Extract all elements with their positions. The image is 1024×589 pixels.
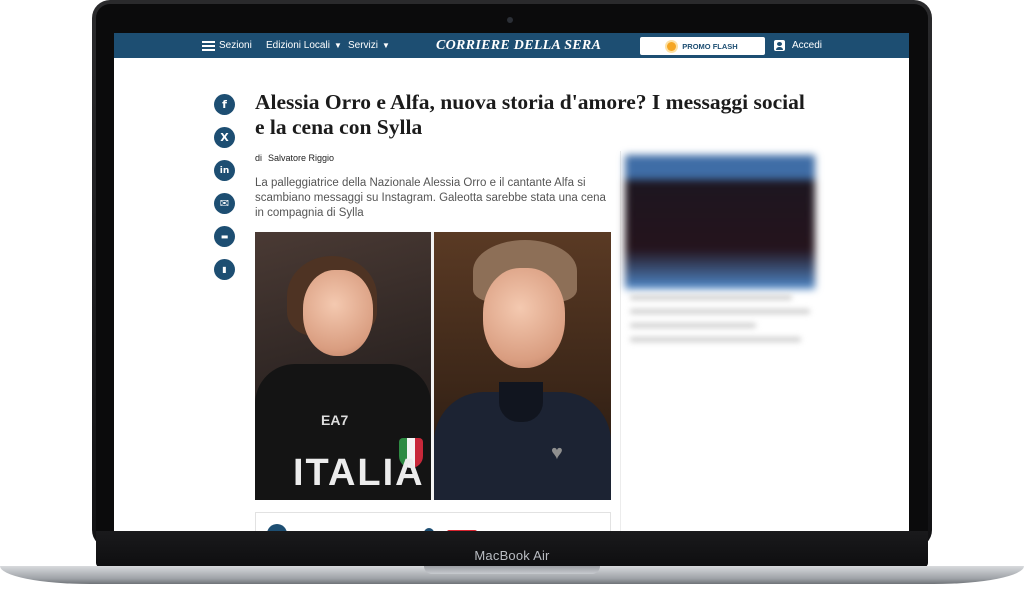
bookmark-icon[interactable]: ▮	[214, 259, 235, 280]
related-card[interactable]	[255, 512, 611, 531]
device-label: MacBook Air	[474, 548, 550, 563]
facebook-icon[interactable]: f	[214, 94, 235, 115]
local-editions-label: Edizioni Locali	[266, 40, 330, 51]
photo-jersey-text: ITALIA	[293, 452, 425, 494]
login-label: Accedi	[792, 40, 823, 51]
site-logo[interactable]: CORRIERE DELLA SERA	[436, 33, 601, 58]
sections-label: Sezioni	[219, 40, 252, 51]
user-icon	[774, 40, 785, 51]
linkedin-icon[interactable]: in	[214, 160, 235, 181]
photo-left-athlete: EA7 ITALIA	[255, 232, 431, 500]
article-summary: La palleggiatrice della Nazionale Alessi…	[255, 177, 606, 219]
services-label: Servizi	[348, 40, 379, 51]
email-icon[interactable]: ✉	[214, 193, 235, 214]
sun-icon	[667, 41, 677, 51]
photo-logo: EA7	[321, 412, 349, 428]
blurred-ad-text	[630, 295, 810, 351]
chevron-down-icon: ▼	[333, 41, 342, 50]
author-link[interactable]: Salvatore Riggio	[268, 153, 334, 163]
comment-icon[interactable]: ▬	[214, 226, 235, 247]
article-title: Alessia Orro e Alfa, nuova storia d'amor…	[255, 90, 805, 139]
menu-icon	[202, 40, 215, 51]
share-bar: f X in ✉ ▬ ▮	[214, 94, 235, 292]
blurred-ad[interactable]	[625, 155, 815, 289]
local-editions-dropdown[interactable]: Edizioni Locali ▼	[266, 33, 342, 58]
status-dot	[424, 528, 434, 531]
article-photo[interactable]: EA7 ITALIA ♥	[255, 232, 611, 500]
byline-prefix: di	[255, 153, 263, 163]
site-header: Sezioni Edizioni Locali ▼ Servizi ▼ CORR…	[114, 33, 909, 58]
column-divider	[620, 151, 621, 531]
byline: di Salvatore Riggio	[255, 153, 334, 163]
browser-screen: Sezioni Edizioni Locali ▼ Servizi ▼ CORR…	[114, 33, 909, 531]
sections-menu-button[interactable]: Sezioni	[202, 33, 252, 58]
camera	[507, 17, 513, 23]
promo-flash-button[interactable]: PROMO FLASH	[640, 37, 765, 55]
x-icon[interactable]: X	[214, 127, 235, 148]
laptop-notch	[424, 566, 600, 574]
login-button[interactable]: Accedi	[774, 33, 822, 58]
live-badge	[447, 530, 477, 531]
chevron-down-icon: ▼	[382, 41, 390, 50]
promo-label: PROMO FLASH	[682, 41, 738, 51]
services-dropdown[interactable]: Servizi ▼	[348, 33, 390, 58]
heart-icon: ♥	[551, 442, 563, 464]
